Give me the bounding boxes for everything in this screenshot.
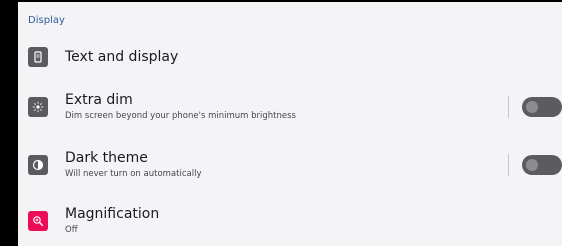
extra-dim-toggle[interactable] bbox=[522, 97, 562, 117]
setting-title: Magnification bbox=[65, 206, 160, 222]
setting-title: Dark theme bbox=[65, 150, 148, 166]
text-display-icon bbox=[28, 47, 48, 67]
setting-summary: Will never turn on automatically bbox=[65, 169, 202, 179]
setting-magnification[interactable]: Magnification Off bbox=[18, 202, 562, 240]
vertical-divider bbox=[508, 96, 509, 118]
dark-theme-icon bbox=[28, 155, 48, 175]
setting-title: Extra dim bbox=[65, 92, 133, 108]
setting-title: Text and display bbox=[65, 49, 179, 65]
vertical-divider bbox=[508, 154, 509, 176]
toggle-thumb bbox=[526, 159, 538, 171]
section-header-display: Display bbox=[28, 15, 65, 26]
extra-dim-icon bbox=[28, 97, 48, 117]
setting-extra-dim[interactable]: Extra dim Dim screen beyond your phone's… bbox=[18, 88, 562, 126]
setting-text-and-display[interactable]: Text and display bbox=[18, 38, 562, 76]
setting-summary: Off bbox=[65, 225, 78, 235]
toggle-thumb bbox=[526, 101, 538, 113]
display-settings-panel: Display Text and display Extra dim Dim s… bbox=[18, 2, 562, 246]
dark-theme-toggle[interactable] bbox=[522, 155, 562, 175]
setting-summary: Dim screen beyond your phone's minimum b… bbox=[65, 111, 296, 121]
setting-dark-theme[interactable]: Dark theme Will never turn on automatica… bbox=[18, 146, 562, 184]
magnification-icon bbox=[28, 211, 48, 231]
